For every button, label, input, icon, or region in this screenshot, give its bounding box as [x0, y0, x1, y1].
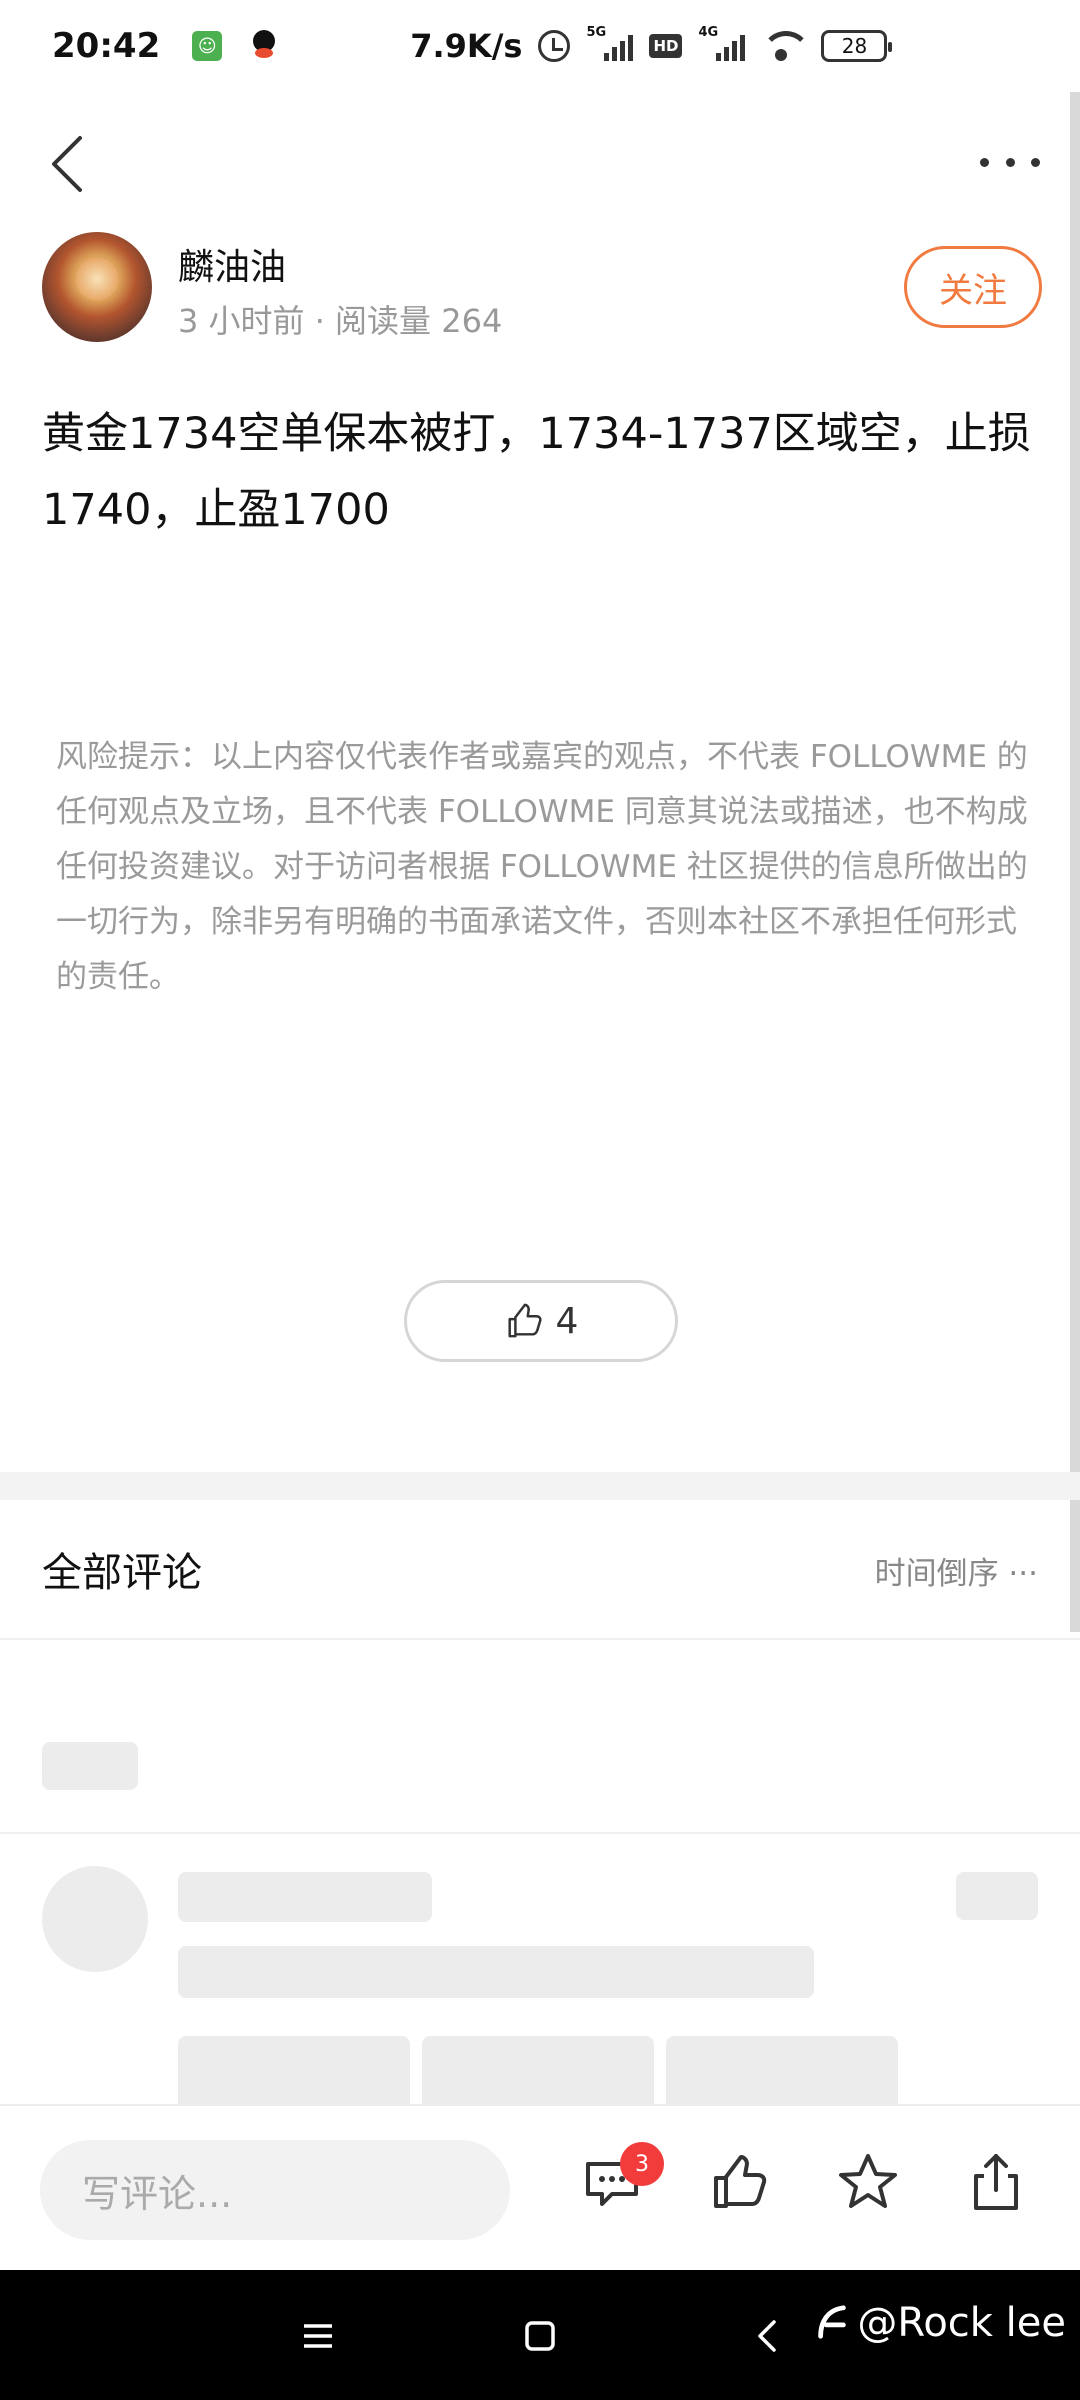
- nav-back-icon[interactable]: [740, 2308, 796, 2364]
- like-button[interactable]: 4: [404, 1280, 678, 1362]
- status-time: 20:42: [52, 26, 161, 66]
- top-nav: [0, 92, 1080, 232]
- more-options-icon[interactable]: [980, 152, 1040, 172]
- sort-order-button[interactable]: 时间倒序 ···: [875, 1548, 1038, 1593]
- menu-icon[interactable]: [290, 2308, 346, 2364]
- watermark-text: @Rock lee: [857, 2300, 1066, 2346]
- hd-icon: HD: [649, 34, 683, 58]
- post-meta: 3 小时前 · 阅读量 264: [178, 302, 503, 340]
- signal-4g-icon: 4G: [698, 25, 746, 61]
- author-row: 麟油油 3 小时前 · 阅读量 264 关注: [42, 232, 1042, 342]
- alarm-icon: [538, 30, 571, 62]
- like-icon[interactable]: [708, 2150, 772, 2214]
- like-count: 4: [555, 1300, 579, 1342]
- section-divider: [0, 1472, 1080, 1500]
- skeleton-line: [178, 1946, 814, 1998]
- wifi-icon: [761, 31, 806, 61]
- risk-disclaimer: 风险提示：以上内容仅代表作者或嘉宾的观点，不代表 FOLLOWME 的任何观点及…: [56, 739, 1028, 995]
- system-nav-bar: @Rock lee: [0, 2270, 1080, 2400]
- comment-input[interactable]: 写评论...: [40, 2140, 510, 2240]
- home-icon[interactable]: [512, 2308, 568, 2364]
- skeleton-divider: [0, 1832, 1080, 1834]
- skeleton-action: [956, 1872, 1038, 1920]
- back-arrow-icon[interactable]: [48, 134, 88, 194]
- thumbs-up-icon: [508, 1303, 542, 1338]
- battery-icon: 28: [821, 30, 893, 62]
- watermark: @Rock lee: [813, 2300, 1066, 2346]
- bottom-action-bar: 写评论... 3: [0, 2104, 1080, 2270]
- skeleton-avatar: [42, 1866, 148, 1972]
- comments-header: 全部评论 时间倒序 ···: [0, 1500, 1080, 1640]
- share-icon[interactable]: [964, 2150, 1028, 2214]
- post-text: 黄金1734空单保本被打，1734-1737区域空，止损1740，止盈1700: [42, 409, 1031, 535]
- signal-5g-icon: 5G: [586, 25, 634, 61]
- avatar[interactable]: [42, 232, 152, 342]
- author-name[interactable]: 麟油油: [178, 238, 286, 290]
- comment-count-badge: 3: [620, 2142, 664, 2186]
- skeleton-tag: [42, 1742, 138, 1790]
- comments-title: 全部评论: [42, 1550, 202, 1596]
- scrollbar[interactable]: [1070, 92, 1080, 1632]
- network-speed: 7.9K/s: [410, 27, 523, 65]
- weibo-logo-icon: [818, 2305, 847, 2339]
- skeleton-name: [178, 1872, 432, 1922]
- follow-button[interactable]: 关注: [904, 246, 1042, 328]
- favorite-star-icon[interactable]: [836, 2150, 900, 2214]
- qq-notification-icon: [250, 30, 278, 62]
- status-bar: 20:42 ☺ 7.9K/s 5G HD 4G 28: [0, 0, 1080, 92]
- app-notification-icon: ☺: [192, 31, 223, 61]
